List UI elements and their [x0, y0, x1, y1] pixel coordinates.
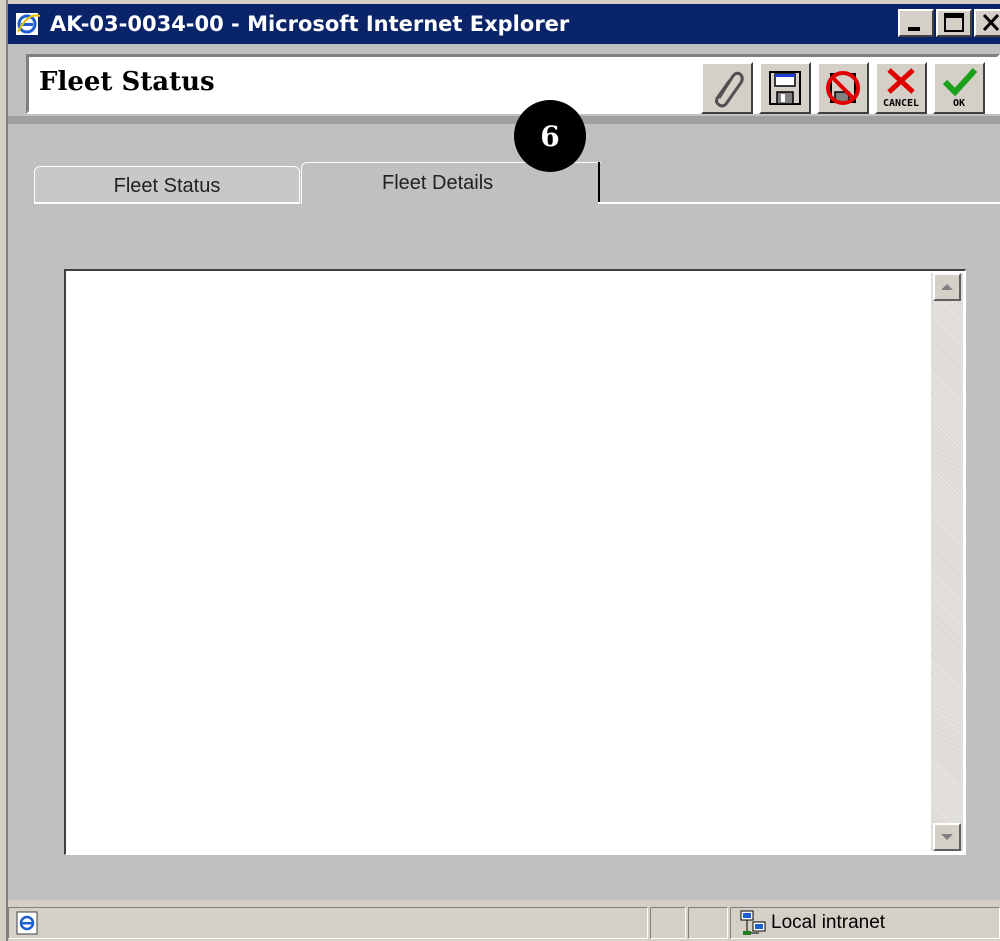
paperclip-icon: [715, 71, 744, 108]
title-bar[interactable]: AK-03-0034-00 - Microsoft Internet Explo…: [8, 4, 1000, 44]
floppy-disk-icon: [769, 71, 801, 105]
maximize-icon: [944, 13, 964, 32]
status-cell-1: [650, 907, 686, 939]
window-left-edge: [0, 0, 8, 941]
local-intranet-icon: [740, 910, 766, 935]
attach-button[interactable]: [701, 62, 753, 114]
window-title: AK-03-0034-00 - Microsoft Internet Explo…: [50, 12, 570, 36]
cancel-label: CANCEL: [882, 98, 920, 109]
status-bar: Local intranet: [8, 905, 1000, 941]
status-zone: Local intranet: [730, 907, 1000, 939]
zone-label: Local intranet: [771, 912, 886, 933]
ok-label: OK: [952, 98, 966, 109]
status-main: [8, 907, 648, 939]
ie-icon: [14, 10, 42, 38]
cancel-button[interactable]: CANCEL: [875, 62, 927, 114]
minimize-button[interactable]: [898, 9, 934, 37]
ie-page-icon: [16, 911, 38, 935]
page-title: Fleet Status: [39, 67, 215, 97]
close-icon: [982, 13, 1000, 32]
ok-button[interactable]: OK: [933, 62, 985, 114]
minimize-icon: [908, 27, 920, 31]
scroll-down-button[interactable]: [933, 823, 961, 851]
tab-cursor: [598, 162, 600, 204]
status-cell-2: [688, 907, 728, 939]
header-divider: [8, 116, 1000, 124]
tab-strip: Fleet Status Fleet Details: [8, 162, 1000, 204]
save-button[interactable]: [759, 62, 811, 114]
details-content-area[interactable]: [64, 269, 966, 855]
header-panel: Fleet Status CANCEL OK: [26, 54, 1000, 114]
arrow-down-icon: [941, 834, 953, 840]
tab-fleet-details-label: Fleet Details: [382, 172, 494, 194]
page-frame: Fleet Status CANCEL OK Fleet Status Flee…: [8, 44, 1000, 900]
tab-baseline: [598, 202, 1000, 204]
no-save-icon: [826, 71, 860, 105]
callout-badge: 6: [514, 100, 586, 172]
close-button[interactable]: [974, 9, 1000, 37]
scroll-up-button[interactable]: [933, 273, 961, 301]
vertical-scrollbar[interactable]: [931, 273, 963, 851]
arrow-up-icon: [941, 284, 953, 290]
maximize-button[interactable]: [936, 9, 972, 37]
tab-fleet-status[interactable]: Fleet Status: [34, 166, 300, 204]
browser-window: AK-03-0034-00 - Microsoft Internet Explo…: [0, 0, 1000, 941]
no-save-button[interactable]: [817, 62, 869, 114]
